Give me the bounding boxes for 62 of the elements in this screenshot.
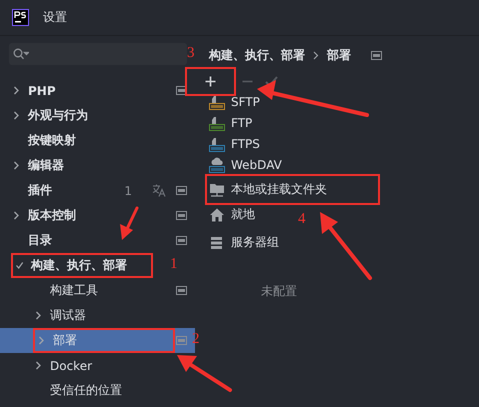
breadcrumb-item: 部署 (327, 46, 351, 64)
house-icon (209, 206, 225, 222)
window-title: 设置 (43, 9, 67, 26)
tree-item-label: 按键映射 (28, 132, 76, 149)
tree-item[interactable]: Docker (0, 353, 195, 378)
tree-item[interactable]: 版本控制 (0, 203, 195, 228)
cloud-server-icon (209, 156, 225, 172)
tree-item[interactable]: 插件 1 (0, 178, 195, 203)
network-folder-icon (209, 182, 225, 198)
breadcrumb-item[interactable]: 构建、执行、部署 (209, 46, 305, 64)
tree-item-label: 调试器 (50, 307, 86, 324)
menu-item[interactable]: FTPS (209, 133, 260, 154)
tree-item[interactable]: 构建、执行、部署 1 (0, 253, 195, 278)
tree-item[interactable]: PHP (0, 78, 195, 103)
tree-item-label: PHP (28, 84, 56, 98)
update-count: 1 (124, 184, 132, 198)
tree-item-label: 版本控制 (28, 207, 76, 224)
server-tag-icon (209, 94, 225, 110)
menu-item[interactable]: FTP (209, 112, 252, 133)
callout-number: 1 (170, 256, 178, 273)
tree-item[interactable]: 外观与行为 (0, 103, 195, 128)
menu-item[interactable]: 服务器组 (209, 232, 279, 253)
chevron-right-icon[interactable] (34, 311, 43, 320)
server-tag-icon (209, 136, 225, 152)
chevron-right-icon[interactable] (12, 111, 21, 120)
menu-item[interactable]: WebDAV (209, 154, 282, 175)
search-field[interactable] (9, 43, 187, 65)
app-logo-icon (12, 9, 29, 26)
plus-icon (205, 76, 216, 86)
tree-item[interactable]: 调试器 (0, 303, 195, 328)
check-icon (265, 76, 278, 86)
search-icon (13, 48, 29, 60)
chevron-right-icon[interactable] (12, 86, 21, 95)
tree-item[interactable]: 按键映射 (0, 128, 195, 153)
annotation-arrow (120, 206, 138, 240)
callout-number: 3 (187, 44, 194, 62)
chevron-down-icon[interactable] (15, 261, 24, 270)
chevron-right-icon[interactable] (34, 361, 43, 370)
menu-item[interactable]: 就地 (209, 204, 255, 225)
server-stack-icon (209, 234, 225, 250)
server-tag-icon (209, 114, 225, 130)
tree-item[interactable]: 受信任的位置 (0, 378, 195, 403)
tree-item-label: 构建工具 (50, 282, 98, 299)
breadcrumb-separator-icon (313, 50, 319, 60)
callout-number: 4 (298, 211, 306, 228)
tree-item-label: Docker (50, 358, 92, 372)
tree-item-label: 部署 (53, 332, 77, 349)
tree-item-label: 插件 (28, 182, 52, 199)
tree-item-label: 目录 (28, 232, 52, 249)
annotation-arrow (177, 355, 232, 392)
annotation-arrow (320, 212, 372, 280)
empty-state-text: 未配置 (261, 283, 298, 300)
chevron-right-icon[interactable] (12, 161, 21, 170)
chevron-right-icon[interactable] (12, 211, 21, 220)
menu-item[interactable]: SFTP (209, 91, 260, 112)
tree-item[interactable]: 目录 (0, 228, 195, 253)
tree-item[interactable]: 编辑器 (0, 153, 195, 178)
tree-item-label: 构建、执行、部署 (31, 257, 127, 274)
tree-item-label: 外观与行为 (28, 107, 88, 124)
tree-item[interactable]: 构建工具 (0, 278, 195, 303)
tree-item-label: 受信任的位置 (50, 382, 122, 399)
tree-item-label: 编辑器 (28, 157, 64, 174)
